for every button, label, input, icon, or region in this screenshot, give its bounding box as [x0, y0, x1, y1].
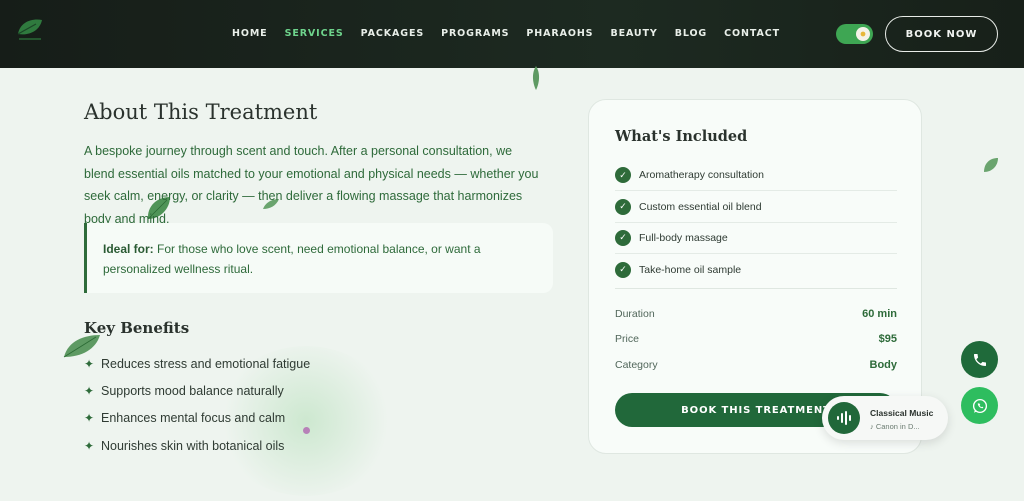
benefit-item: ✦ Nourishes skin with botanical oils [84, 438, 285, 453]
main-nav: HOME SERVICES PACKAGES PROGRAMS PHARAOHS… [232, 28, 797, 39]
music-title: Classical Music [870, 408, 934, 418]
nav-services[interactable]: SERVICES [285, 28, 344, 39]
benefit-item: ✦ Reduces stress and emotional fatigue [84, 356, 311, 371]
check-icon: ✓ [615, 198, 631, 215]
nav-contact[interactable]: CONTACT [724, 28, 780, 39]
theme-toggle[interactable] [836, 24, 873, 44]
book-now-button[interactable]: BOOK NOW [885, 16, 998, 52]
nav-programs[interactable]: PROGRAMS [441, 28, 509, 39]
divider [615, 288, 897, 289]
price-row: Price $95 [615, 333, 897, 345]
key-benefits-title: Key Benefits [84, 319, 190, 337]
whatsapp-icon [972, 398, 987, 413]
falling-leaf-icon [984, 158, 998, 172]
check-icon: ✓ [615, 167, 631, 184]
audio-wave-icon[interactable] [828, 402, 860, 434]
duration-row: Duration 60 min [615, 308, 897, 320]
included-item: ✓ Aromatherapy consultation [615, 160, 897, 192]
music-player[interactable]: Classical Music ♪ Canon in D... [822, 396, 948, 440]
treatment-description: A bespoke journey through scent and touc… [84, 144, 539, 226]
included-item: ✓ Full-body massage [615, 223, 897, 255]
check-icon: ✓ [615, 229, 631, 246]
nav-home[interactable]: HOME [232, 28, 268, 39]
sparkle-icon: ✦ [84, 383, 95, 398]
page-title: About This Treatment [84, 100, 318, 124]
nav-packages[interactable]: PACKAGES [361, 28, 424, 39]
call-button[interactable] [961, 341, 998, 378]
benefit-item: ✦ Enhances mental focus and calm [84, 411, 286, 426]
included-item: ✓ Take-home oil sample [615, 254, 897, 285]
phone-icon [973, 353, 986, 366]
check-icon: ✓ [615, 261, 631, 278]
ideal-for-callout: Ideal for: For those who love scent, nee… [84, 223, 553, 293]
included-list: ✓ Aromatherapy consultation ✓ Custom essen… [615, 160, 897, 286]
nav-beauty[interactable]: BEAUTY [610, 28, 657, 39]
key-benefits-list: ✦ Reduces stress and emotional fatigue ✦ S… [84, 350, 310, 459]
nav-blog[interactable]: BLOG [675, 28, 707, 39]
whatsapp-button[interactable] [961, 387, 998, 424]
category-row: Category Body [615, 359, 897, 371]
ideal-for-label: Ideal for: [103, 242, 154, 256]
ideal-for-text: For those who love scent, need emotional… [103, 242, 481, 276]
nav-pharaohs[interactable]: PHARAOHS [526, 28, 593, 39]
included-item: ✓ Custom essential oil blend [615, 191, 897, 223]
sparkle-icon: ✦ [84, 356, 95, 371]
benefit-item: ✦ Supports mood balance naturally [84, 383, 284, 398]
music-subtitle: ♪ Canon in D... [870, 422, 920, 431]
sparkle-icon: ✦ [84, 438, 95, 453]
falling-leaf-icon [532, 66, 540, 90]
sun-icon [856, 27, 870, 41]
card-title: What's Included [615, 128, 748, 145]
leaf-logo-icon[interactable] [14, 14, 46, 46]
top-navigation-bar: HOME SERVICES PACKAGES PROGRAMS PHARAOHS… [0, 0, 1024, 68]
sparkle-icon: ✦ [84, 411, 95, 426]
